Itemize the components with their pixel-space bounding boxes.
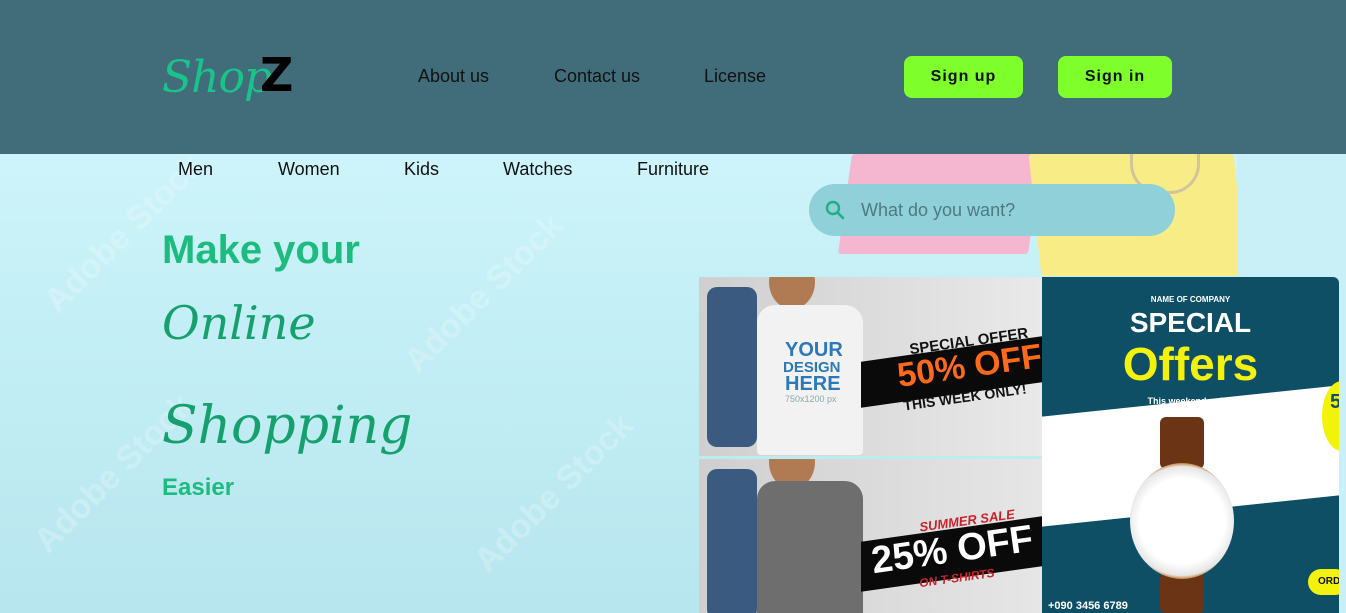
phone-number: +090 3456 6789 (1048, 600, 1128, 612)
watermark: Adobe Stock (466, 406, 641, 581)
nav-contact-us[interactable]: Contact us (554, 66, 640, 87)
search-bar (809, 184, 1175, 236)
grey-tshirt (757, 481, 863, 613)
category-furniture[interactable]: Furniture (637, 159, 709, 180)
watch-strap-bottom (1160, 573, 1204, 613)
hero-heading-line3: Shopping (162, 396, 413, 456)
category-men[interactable]: Men (178, 159, 213, 180)
sign-in-button[interactable]: Sign in (1058, 56, 1172, 98)
watermark: Adobe Stock (396, 206, 571, 381)
special-title: SPECIAL (1129, 307, 1252, 338)
promo-tshirt-25-off[interactable]: SUMMER SALE 25% OFF ON T-SHIRTS (699, 459, 1042, 613)
jacket-image (707, 469, 757, 613)
search-icon[interactable] (825, 200, 845, 220)
logo-script-text: Shop (162, 52, 272, 103)
site-header: Shop Z About us Contact us License Sign … (0, 0, 1346, 154)
promo-watch-special-offers[interactable]: NAME OF COMPANY SPECIAL Offers This week… (1042, 277, 1339, 613)
shirt-size: 750x1200 px (785, 394, 837, 404)
sign-up-button[interactable]: Sign up (904, 56, 1023, 98)
nav-license[interactable]: License (704, 66, 766, 87)
watch-strap-top (1160, 417, 1204, 469)
order-button[interactable]: ORD (1308, 569, 1339, 595)
promo-tshirt-50-off[interactable]: YOUR DESIGN HERE 750x1200 px SPECIAL OFF… (699, 277, 1042, 456)
company-name: NAME OF COMPANY (1150, 295, 1231, 304)
category-women[interactable]: Women (278, 159, 340, 180)
offers-title: Offers (1122, 338, 1259, 390)
category-watches[interactable]: Watches (503, 159, 572, 180)
hero-heading-line4: Easier (162, 474, 235, 501)
logo-letter: Z (260, 48, 294, 102)
watch-image (1130, 463, 1234, 579)
nav-about-us[interactable]: About us (418, 66, 489, 87)
jacket-image (707, 287, 757, 447)
search-input[interactable] (861, 194, 1161, 226)
shirt-text-3: HERE (785, 373, 841, 395)
offer-subtitle: This weekend only!! (1147, 396, 1234, 406)
category-kids[interactable]: Kids (404, 159, 439, 180)
hero-heading-line2: Online (162, 296, 316, 350)
hero-heading-line1: Make your (162, 228, 360, 272)
